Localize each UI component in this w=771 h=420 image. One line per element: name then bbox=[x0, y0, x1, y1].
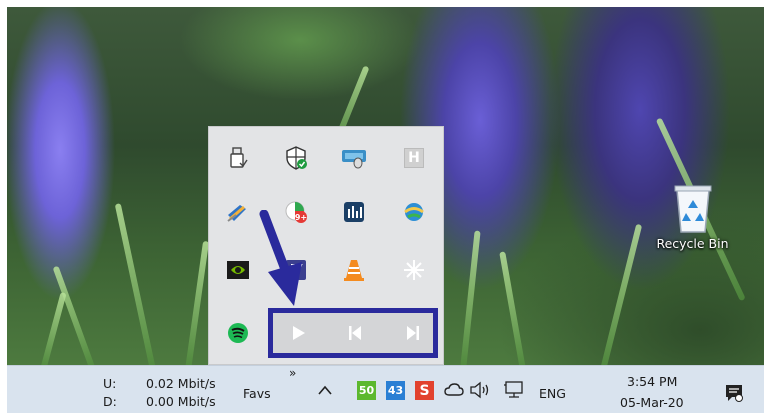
recycle-bin-shortcut[interactable]: Recycle Bin bbox=[650, 180, 735, 251]
network-globe-icon[interactable] bbox=[399, 197, 429, 227]
notification-icon bbox=[726, 385, 743, 402]
pen-tablet-icon[interactable] bbox=[223, 197, 253, 227]
chevron-up-icon bbox=[318, 385, 332, 395]
favs-toolbar[interactable]: Favs bbox=[243, 386, 271, 401]
grass-blade bbox=[460, 230, 481, 365]
media-controls-highlight bbox=[268, 308, 438, 358]
red-s-app-badge[interactable]: S bbox=[415, 381, 434, 400]
blue-counter-badge[interactable]: 43 bbox=[386, 381, 405, 400]
onedrive-cloud-icon[interactable] bbox=[444, 383, 464, 400]
grass-blade bbox=[40, 291, 67, 365]
annotation-arrow-icon bbox=[259, 210, 302, 306]
download-speed: 0.00 Mbit/s bbox=[146, 394, 216, 409]
equalizer-icon[interactable] bbox=[339, 197, 369, 227]
action-center-button[interactable] bbox=[724, 383, 744, 406]
recycle-bin-icon bbox=[674, 185, 711, 233]
download-label: D: bbox=[103, 394, 117, 409]
spotify-icon[interactable] bbox=[223, 318, 253, 348]
grass-blade bbox=[600, 223, 643, 365]
mouse-icon[interactable] bbox=[339, 143, 369, 173]
nvidia-icon[interactable] bbox=[223, 255, 253, 285]
network-monitor-icon[interactable] bbox=[503, 381, 525, 402]
language-indicator[interactable]: ENG bbox=[539, 386, 566, 401]
recycle-bin-label: Recycle Bin bbox=[656, 236, 729, 251]
hotkey-h-icon[interactable]: H bbox=[399, 143, 429, 173]
play-button[interactable] bbox=[285, 321, 313, 345]
green-counter-badge[interactable]: 50 bbox=[357, 381, 376, 400]
clock-time[interactable]: 3:54 PM bbox=[627, 374, 677, 389]
previous-track-icon bbox=[349, 326, 361, 340]
snowflake-star-icon[interactable] bbox=[399, 255, 429, 285]
grass-blade bbox=[499, 251, 526, 365]
next-track-icon bbox=[407, 326, 419, 340]
previous-track-button[interactable] bbox=[341, 321, 369, 345]
clock-date[interactable]: 05-Mar-20 bbox=[620, 395, 684, 410]
vlc-cone-icon[interactable] bbox=[339, 255, 369, 285]
toolbar-overflow-chevron[interactable]: » bbox=[289, 366, 296, 380]
show-hidden-icons-button[interactable] bbox=[317, 382, 333, 400]
upload-label: U: bbox=[103, 376, 117, 391]
taskbar: U: D: 0.02 Mbit/s 0.00 Mbit/s Favs » 50 … bbox=[0, 365, 771, 420]
volume-speaker-icon[interactable] bbox=[469, 381, 493, 402]
windows-security-icon[interactable] bbox=[281, 143, 311, 173]
play-icon bbox=[293, 326, 305, 340]
upload-speed: 0.02 Mbit/s bbox=[146, 376, 216, 391]
next-track-button[interactable] bbox=[399, 321, 427, 345]
grass-blade bbox=[185, 240, 210, 365]
usb-eject-icon[interactable] bbox=[223, 143, 253, 173]
grass-blade bbox=[114, 203, 156, 365]
